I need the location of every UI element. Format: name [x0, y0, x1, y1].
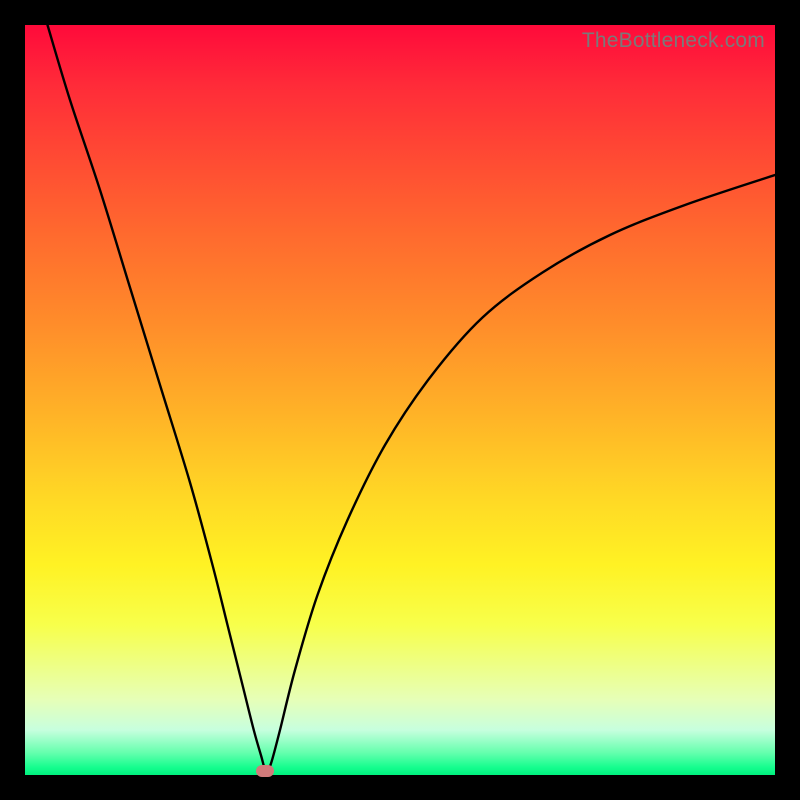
bottleneck-curve — [25, 25, 775, 775]
plot-area: TheBottleneck.com — [25, 25, 775, 775]
optimal-marker — [256, 765, 274, 777]
curve-path — [48, 25, 776, 770]
chart-frame: TheBottleneck.com — [0, 0, 800, 800]
